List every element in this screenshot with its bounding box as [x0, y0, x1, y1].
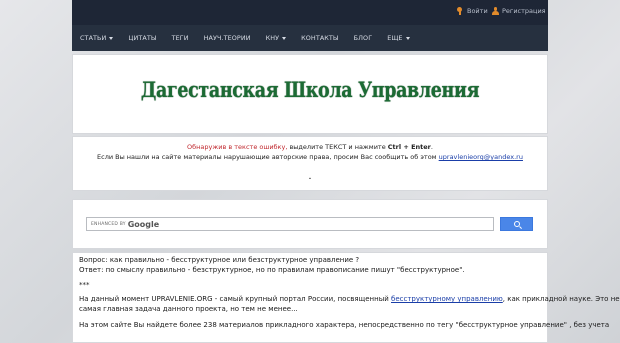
- nav-item-articles[interactable]: СТАТЬИ: [80, 34, 114, 42]
- nav-label: БЛОГ: [353, 34, 373, 42]
- top-bar: Войти Регистрация: [72, 0, 548, 25]
- notice-keys: Ctrl + Enter: [387, 143, 431, 151]
- error-notice: Обнаружив в тексте ошибку, выделите ТЕКС…: [72, 136, 548, 191]
- page-wrapper: Войти Регистрация СТАТЬИ ЦИТАТЫ ТЕГИ НАУ…: [72, 0, 620, 343]
- nav-item-theories[interactable]: НАУЧ.ТЕОРИИ: [204, 34, 251, 42]
- nav-label: НАУЧ.ТЕОРИИ: [203, 34, 251, 42]
- caret-down-icon: [405, 36, 410, 40]
- site-logo[interactable]: Дагестанская Школа Управления: [113, 77, 506, 102]
- nav-label: КОНТАКТЫ: [301, 34, 339, 42]
- search-input[interactable]: ENHANCED BY Google: [86, 217, 494, 231]
- nav-label: ТЕГИ: [171, 34, 189, 42]
- main-nav: СТАТЬИ ЦИТАТЫ ТЕГИ НАУЧ.ТЕОРИИ КНУ КОНТА…: [72, 25, 548, 51]
- register-link[interactable]: Регистрация: [492, 7, 546, 15]
- paragraph-1-line-1: На данный момент UPRAVLENIE.ORG - самый …: [79, 295, 620, 303]
- copyright-text: Если Вы нашли на сайте материалы нарушаю…: [97, 153, 439, 161]
- key-icon: [457, 7, 463, 15]
- nav-item-knu[interactable]: КНУ: [266, 34, 287, 42]
- register-label: Регистрация: [502, 7, 546, 15]
- nav-label: ЕЩЕ: [387, 34, 403, 42]
- google-brand: Google: [127, 219, 160, 229]
- nav-label: СТАТЬИ: [80, 34, 107, 42]
- search-button[interactable]: [500, 217, 533, 231]
- p1-text-end: , как прикладной науке. Это не: [502, 295, 620, 303]
- paragraph-2: На этом сайте Вы найдете более 238 матер…: [79, 321, 610, 329]
- separator-stars: ***: [79, 281, 90, 289]
- caret-down-icon: [109, 36, 114, 40]
- nav-item-blog[interactable]: БЛОГ: [354, 34, 373, 42]
- notice-line-1: Обнаружив в тексте ошибку, выделите ТЕКС…: [73, 143, 547, 151]
- nav-item-contacts[interactable]: КОНТАКТЫ: [301, 34, 339, 42]
- nav-item-tags[interactable]: ТЕГИ: [172, 34, 189, 42]
- article-content: Вопрос: как правильно - бесструктурное и…: [72, 252, 620, 343]
- caret-down-icon: [282, 36, 287, 40]
- notice-end: .: [430, 143, 433, 151]
- notice-dot: .: [308, 173, 312, 181]
- nav-label: КНУ: [265, 34, 280, 42]
- paragraph-1-line-2: самая главная задача данного проекта, но…: [79, 305, 298, 313]
- nav-item-more[interactable]: ЕЩЕ: [387, 34, 410, 42]
- login-label: Войти: [467, 7, 488, 15]
- notice-text: выделите ТЕКСТ и нажмите: [287, 143, 388, 151]
- email-link[interactable]: upravlenieorg@yandex.ru: [439, 153, 523, 161]
- login-link[interactable]: Войти: [457, 7, 488, 15]
- p1-text: На данный момент UPRAVLENIE.ORG - самый …: [79, 295, 391, 303]
- logo-banner: Дагестанская Школа Управления: [72, 54, 548, 134]
- answer-text: Ответ: по смыслу правильно - безструктур…: [79, 266, 465, 274]
- nav-item-quotes[interactable]: ЦИТАТЫ: [128, 34, 156, 42]
- search-icon: [514, 221, 520, 227]
- enhanced-by-label: ENHANCED BY: [91, 221, 126, 227]
- nav-label: ЦИТАТЫ: [128, 34, 157, 42]
- notice-line-2: Если Вы нашли на сайте материалы нарушаю…: [73, 153, 547, 161]
- notice-red-text: Обнаружив в тексте ошибку,: [187, 143, 288, 151]
- question-text: Вопрос: как правильно - бесструктурное и…: [79, 256, 360, 264]
- search-panel: ENHANCED BY Google: [72, 199, 548, 249]
- unstructured-control-link[interactable]: бесструктурному управлению: [391, 295, 503, 303]
- user-icon: [492, 7, 499, 15]
